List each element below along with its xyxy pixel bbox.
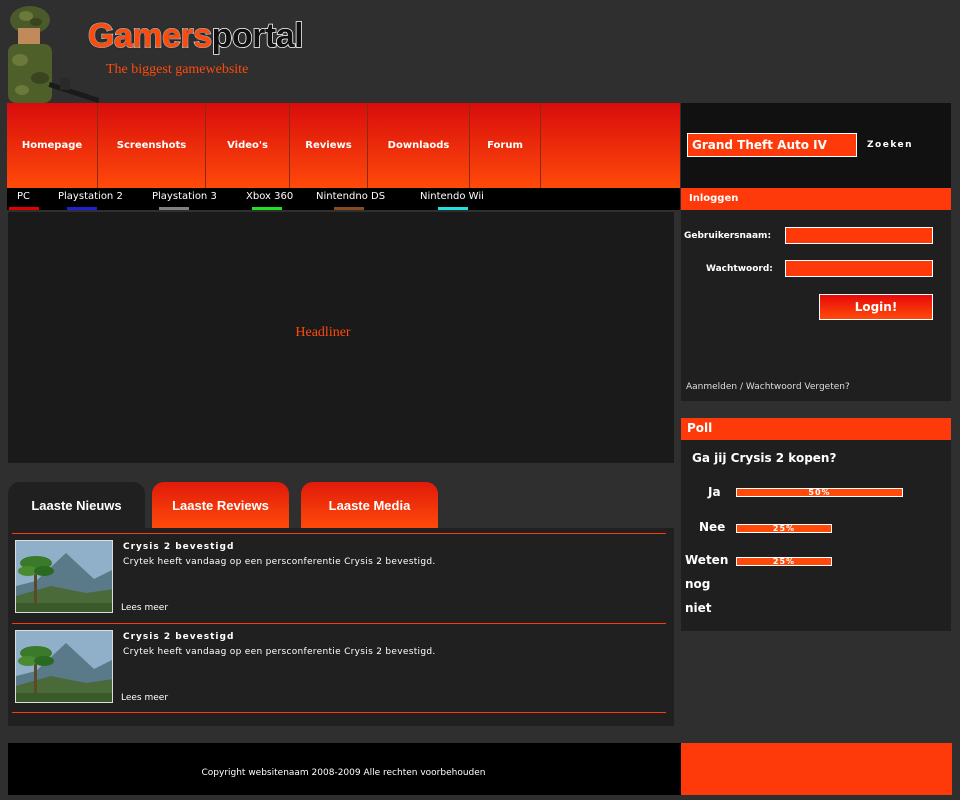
nav-item-reviews[interactable]: Reviews	[290, 103, 368, 188]
nav-item-screenshots[interactable]: Screenshots	[98, 103, 206, 188]
search-button[interactable]: Zoeken	[867, 140, 913, 150]
platform-label: Xbox 360	[246, 191, 294, 202]
site-slogan: The biggest gamewebsite	[106, 62, 249, 77]
news-summary: Crytek heeft vandaag op een persconferen…	[123, 557, 436, 567]
logo-text-gamers: Gamers	[87, 16, 213, 56]
news-item: Crysis 2 bevestigd Crytek heeft vandaag …	[12, 623, 666, 713]
password-field[interactable]	[785, 260, 933, 277]
poll-header: Poll	[681, 418, 951, 440]
login-links: Aanmelden / Wachtwoord Vergeten?	[686, 382, 850, 392]
platform-color-bar	[159, 207, 189, 210]
nav-item-videos[interactable]: Video's	[206, 103, 290, 188]
nav-item-downloads[interactable]: Downlaods	[368, 103, 470, 188]
headliner-panel[interactable]: Headliner	[8, 212, 674, 463]
news-list: Crysis 2 bevestigd Crytek heeft vandaag …	[8, 528, 674, 726]
read-more-link[interactable]: Lees meer	[121, 693, 168, 703]
platform-color-bar	[67, 207, 97, 210]
nav-filler	[541, 103, 680, 188]
poll-option-label[interactable]: Weten nog niet	[685, 548, 733, 620]
footer: Copyright websitenaam 2008-2009 Alle rec…	[8, 743, 681, 795]
search-input[interactable]	[687, 133, 857, 157]
poll-option-label[interactable]: Ja	[708, 480, 721, 504]
news-summary: Crytek heeft vandaag op een persconferen…	[123, 647, 436, 657]
platform-label: PC	[17, 191, 31, 202]
poll-question: Ga jij Crysis 2 kopen?	[692, 451, 837, 465]
logo-text-portal: portal	[211, 16, 304, 56]
platform-label: Nintendo Wii	[420, 191, 484, 202]
poll-result-bar: 25%	[736, 524, 832, 533]
footer-accent	[681, 743, 952, 795]
tab-latest-news[interactable]: Laaste Nieuws	[8, 482, 145, 528]
read-more-link[interactable]: Lees meer	[121, 603, 168, 613]
platform-label: Playstation 3	[152, 191, 217, 202]
headliner-label: Headliner	[295, 324, 351, 340]
username-field[interactable]	[785, 227, 933, 244]
platform-color-bar	[438, 207, 468, 210]
tab-latest-reviews[interactable]: Laaste Reviews	[152, 482, 289, 528]
footer-copyright: Copyright websitenaam 2008-2009 Alle rec…	[201, 768, 486, 778]
poll-result-bar: 25%	[736, 557, 832, 566]
news-thumbnail[interactable]	[15, 540, 113, 613]
forgot-password-link[interactable]: Wachtwoord Vergeten?	[746, 382, 850, 392]
news-thumbnail[interactable]	[15, 630, 113, 703]
username-label: Gebruikersnaam:	[684, 231, 772, 241]
site-logo[interactable]: Gamersportal	[87, 16, 304, 56]
tab-latest-media[interactable]: Laaste Media	[301, 482, 438, 528]
news-title[interactable]: Crysis 2 bevestigd	[123, 542, 234, 552]
search-panel: Zoeken	[681, 103, 951, 188]
login-panel: Gebruikersnaam: Wachtwoord: Login! Aanme…	[681, 210, 951, 401]
nav-item-homepage[interactable]: Homepage	[7, 103, 98, 188]
login-header: Inloggen	[681, 188, 951, 210]
poll-option-label[interactable]: Nee	[699, 515, 725, 539]
password-label: Wachtwoord:	[706, 264, 773, 274]
platform-label: Playstation 2	[58, 191, 123, 202]
nav-item-forum[interactable]: Forum	[470, 103, 541, 188]
poll-panel: Ga jij Crysis 2 kopen? Ja 50% Nee 25% We…	[681, 440, 951, 631]
news-title[interactable]: Crysis 2 bevestigd	[123, 632, 234, 642]
poll-result-bar: 50%	[736, 488, 903, 497]
platform-label: Nintendno DS	[316, 191, 386, 202]
platform-color-bar	[334, 207, 364, 210]
main-nav: Homepage Screenshots Video's Reviews Dow…	[7, 103, 680, 188]
platform-color-bar	[9, 207, 39, 210]
login-button[interactable]: Login!	[819, 294, 933, 320]
news-item: Crysis 2 bevestigd Crytek heeft vandaag …	[12, 533, 666, 623]
platform-color-bar	[252, 207, 282, 210]
register-link[interactable]: Aanmelden	[686, 382, 737, 392]
link-separator: /	[737, 382, 746, 392]
platform-bar: PC Playstation 2 Playstation 3 Xbox 360 …	[7, 188, 680, 210]
